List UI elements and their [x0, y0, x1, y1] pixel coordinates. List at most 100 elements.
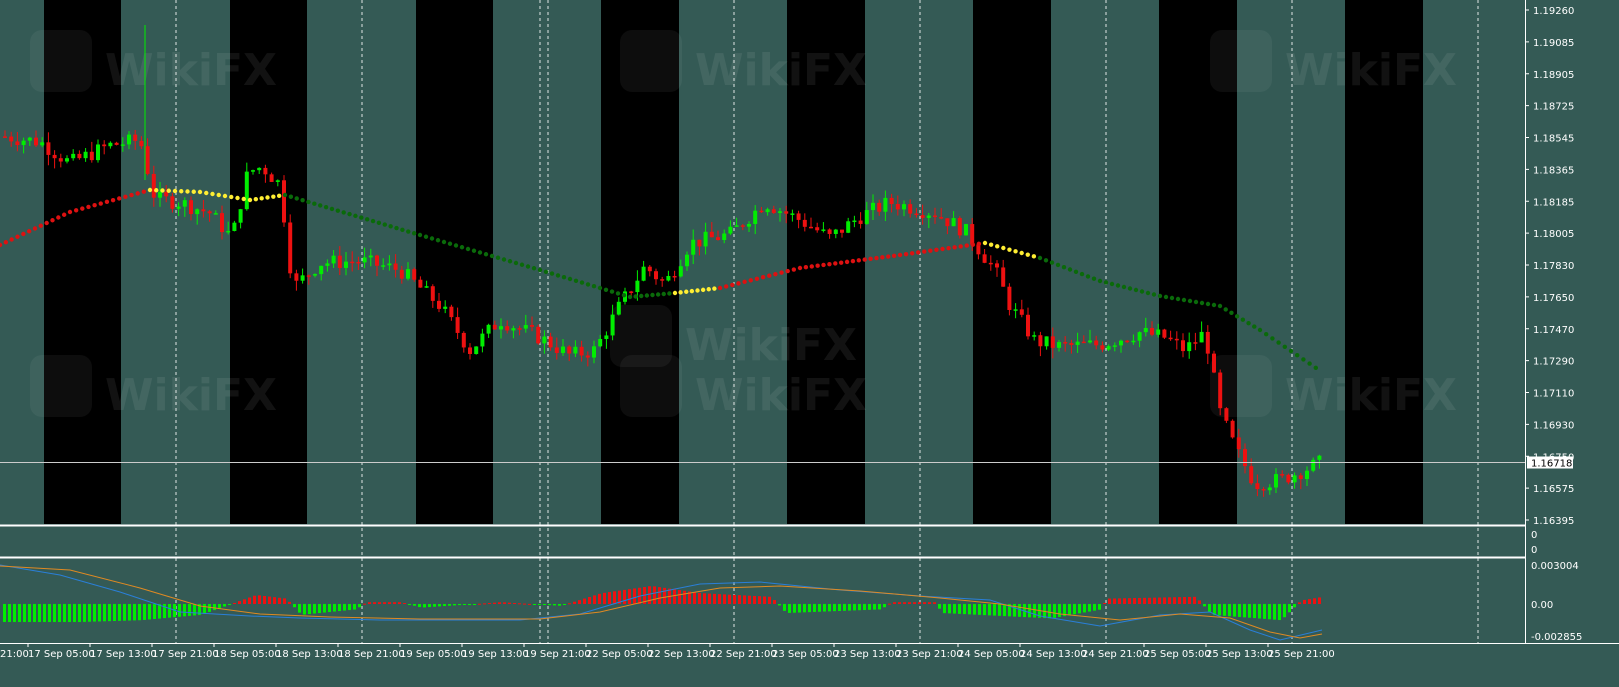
candle-body [722, 233, 727, 241]
histogram-bar-up [713, 593, 716, 604]
candle-body [598, 338, 603, 347]
histogram-bar-down [203, 604, 206, 614]
chart-canvas[interactable]: WikiFX WikiFX WikiFXWikiFX WikiFX WikiFXWiki… [0, 0, 1619, 687]
histogram-bar-down [1243, 604, 1246, 618]
candle-body [970, 224, 975, 245]
histogram-bar-down [158, 604, 161, 619]
time-label-edge: 21:00 [0, 649, 29, 660]
ma-dot [597, 285, 603, 291]
ma-dot [1055, 262, 1061, 268]
ma-dot [1037, 255, 1043, 261]
histogram-bar-up [613, 591, 616, 604]
candle-body [362, 257, 367, 263]
candle-body [424, 286, 429, 288]
middle-panel-label: 0 [1531, 545, 1537, 556]
candle-body [288, 222, 293, 274]
candle-body [412, 269, 417, 280]
histogram-bar-down [418, 604, 421, 608]
ma-dot [1073, 269, 1079, 274]
ma-dot [909, 251, 915, 256]
histogram-bar-up [1313, 598, 1316, 604]
histogram-bar-up [1128, 598, 1131, 604]
ma-dot [513, 260, 519, 266]
ma-dot [1109, 281, 1115, 287]
candle-body [1168, 337, 1173, 340]
histogram-bar-down [993, 604, 996, 616]
candle-body [542, 336, 547, 344]
price-label: 1.18365 [1533, 165, 1574, 176]
ma-dot [359, 215, 364, 220]
ma-dot [1163, 294, 1169, 300]
time-label: 22 Sep 13:00 [648, 649, 715, 660]
candle-body [449, 306, 454, 318]
histogram-bar-down [1088, 604, 1091, 612]
eagle-logo-icon [1210, 30, 1272, 92]
time-label: 22 Sep 05:00 [586, 649, 653, 660]
candle-body [573, 346, 578, 354]
candle-body [1267, 487, 1272, 491]
ma-dot [862, 257, 867, 262]
histogram-bar-down [118, 604, 121, 621]
histogram-bar-down [338, 604, 341, 612]
histogram-bar-down [958, 604, 961, 614]
histogram-bar-down [138, 604, 141, 621]
histogram-bar-up [568, 603, 571, 605]
ma-dot [495, 255, 501, 260]
price-label: 1.17650 [1533, 293, 1574, 304]
candle-body [771, 209, 776, 213]
histogram-bar-down [438, 604, 441, 607]
ma-dot [934, 247, 939, 253]
histogram-bar-down [8, 604, 11, 622]
candle-body [988, 262, 993, 265]
candle-body [151, 173, 156, 198]
candle-body [740, 225, 745, 227]
ma-dot [288, 194, 294, 199]
candle-body [889, 197, 894, 205]
price-label: 1.19260 [1533, 6, 1574, 17]
ma-dot [815, 263, 820, 268]
histogram-bar-down [878, 604, 881, 610]
histogram-bar-down [103, 604, 106, 622]
histogram-bar-up [728, 594, 731, 604]
ma-dot [791, 267, 797, 272]
ma-dot [282, 192, 288, 198]
candle-body [46, 142, 51, 155]
candle-body [802, 219, 807, 227]
histogram-bar-down [213, 604, 216, 611]
candle-body [71, 153, 76, 159]
candle-body [96, 144, 100, 161]
histogram-bar-up [528, 603, 531, 605]
price-label: 1.16395 [1533, 516, 1574, 527]
candle-body [697, 239, 702, 247]
ma-dot [86, 204, 91, 210]
histogram-bar-down [13, 604, 16, 622]
histogram-bar-up [1158, 597, 1161, 604]
price-label: 1.18905 [1533, 70, 1574, 81]
ma-dot [1157, 293, 1163, 299]
candle-body [145, 146, 150, 174]
candle-body [344, 261, 348, 268]
histogram-bar-up [608, 592, 611, 604]
eagle-logo-icon [620, 30, 682, 92]
histogram-bar-down [858, 604, 861, 611]
histogram-bar-down [53, 604, 56, 622]
histogram-bar-up [923, 602, 926, 604]
histogram-bar-down [803, 604, 806, 613]
ma-dot [294, 196, 299, 201]
histogram-bar-up [928, 602, 931, 604]
ma-dot [341, 210, 346, 215]
ma-dot [382, 222, 387, 227]
candle-body [220, 213, 224, 233]
histogram-bar-down [448, 604, 451, 606]
time-label: 25 Sep 13:00 [1206, 649, 1273, 660]
ma-dot [555, 273, 561, 278]
ma-dot [922, 249, 927, 254]
ma-dot [477, 250, 483, 255]
ma-dot [406, 229, 411, 234]
ma-dot [760, 275, 766, 280]
ma-dot [1013, 249, 1018, 254]
ma-dot [537, 267, 543, 273]
candle-body [27, 137, 32, 141]
candle-body [554, 347, 559, 353]
histogram-bar-down [808, 604, 811, 613]
